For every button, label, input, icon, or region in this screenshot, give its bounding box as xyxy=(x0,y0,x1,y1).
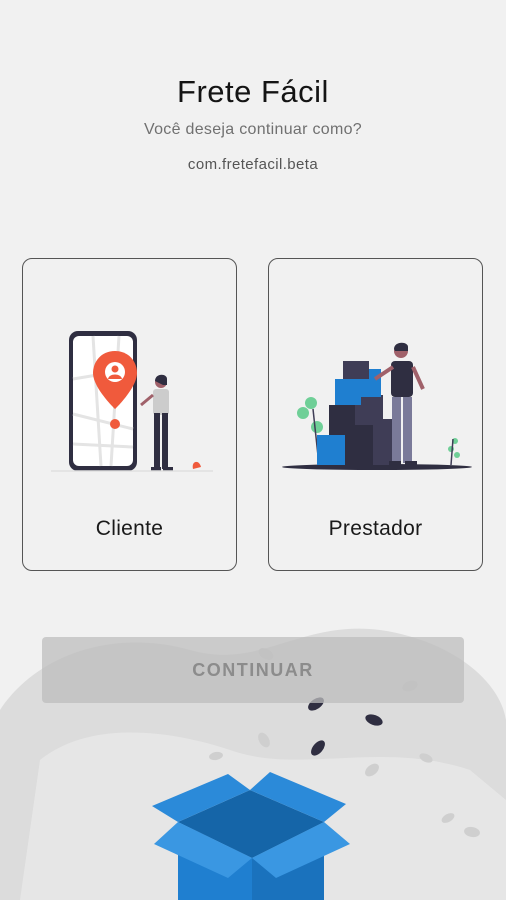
continue-button[interactable]: CONTINUAR xyxy=(42,637,464,703)
option-card-cliente[interactable]: Cliente xyxy=(22,258,237,571)
option-card-prestador[interactable]: Prestador xyxy=(268,258,483,571)
package-name: com.fretefacil.beta xyxy=(187,156,319,173)
option-label-prestador: Prestador xyxy=(328,517,423,540)
app-title: Frete Fácil xyxy=(177,74,329,109)
option-label-cliente: Cliente xyxy=(95,517,164,540)
prompt-text: Você deseja continuar como? xyxy=(143,121,362,138)
boxes-worker-illustration xyxy=(282,342,472,470)
map-pin-phone-person-illustration xyxy=(51,331,213,472)
